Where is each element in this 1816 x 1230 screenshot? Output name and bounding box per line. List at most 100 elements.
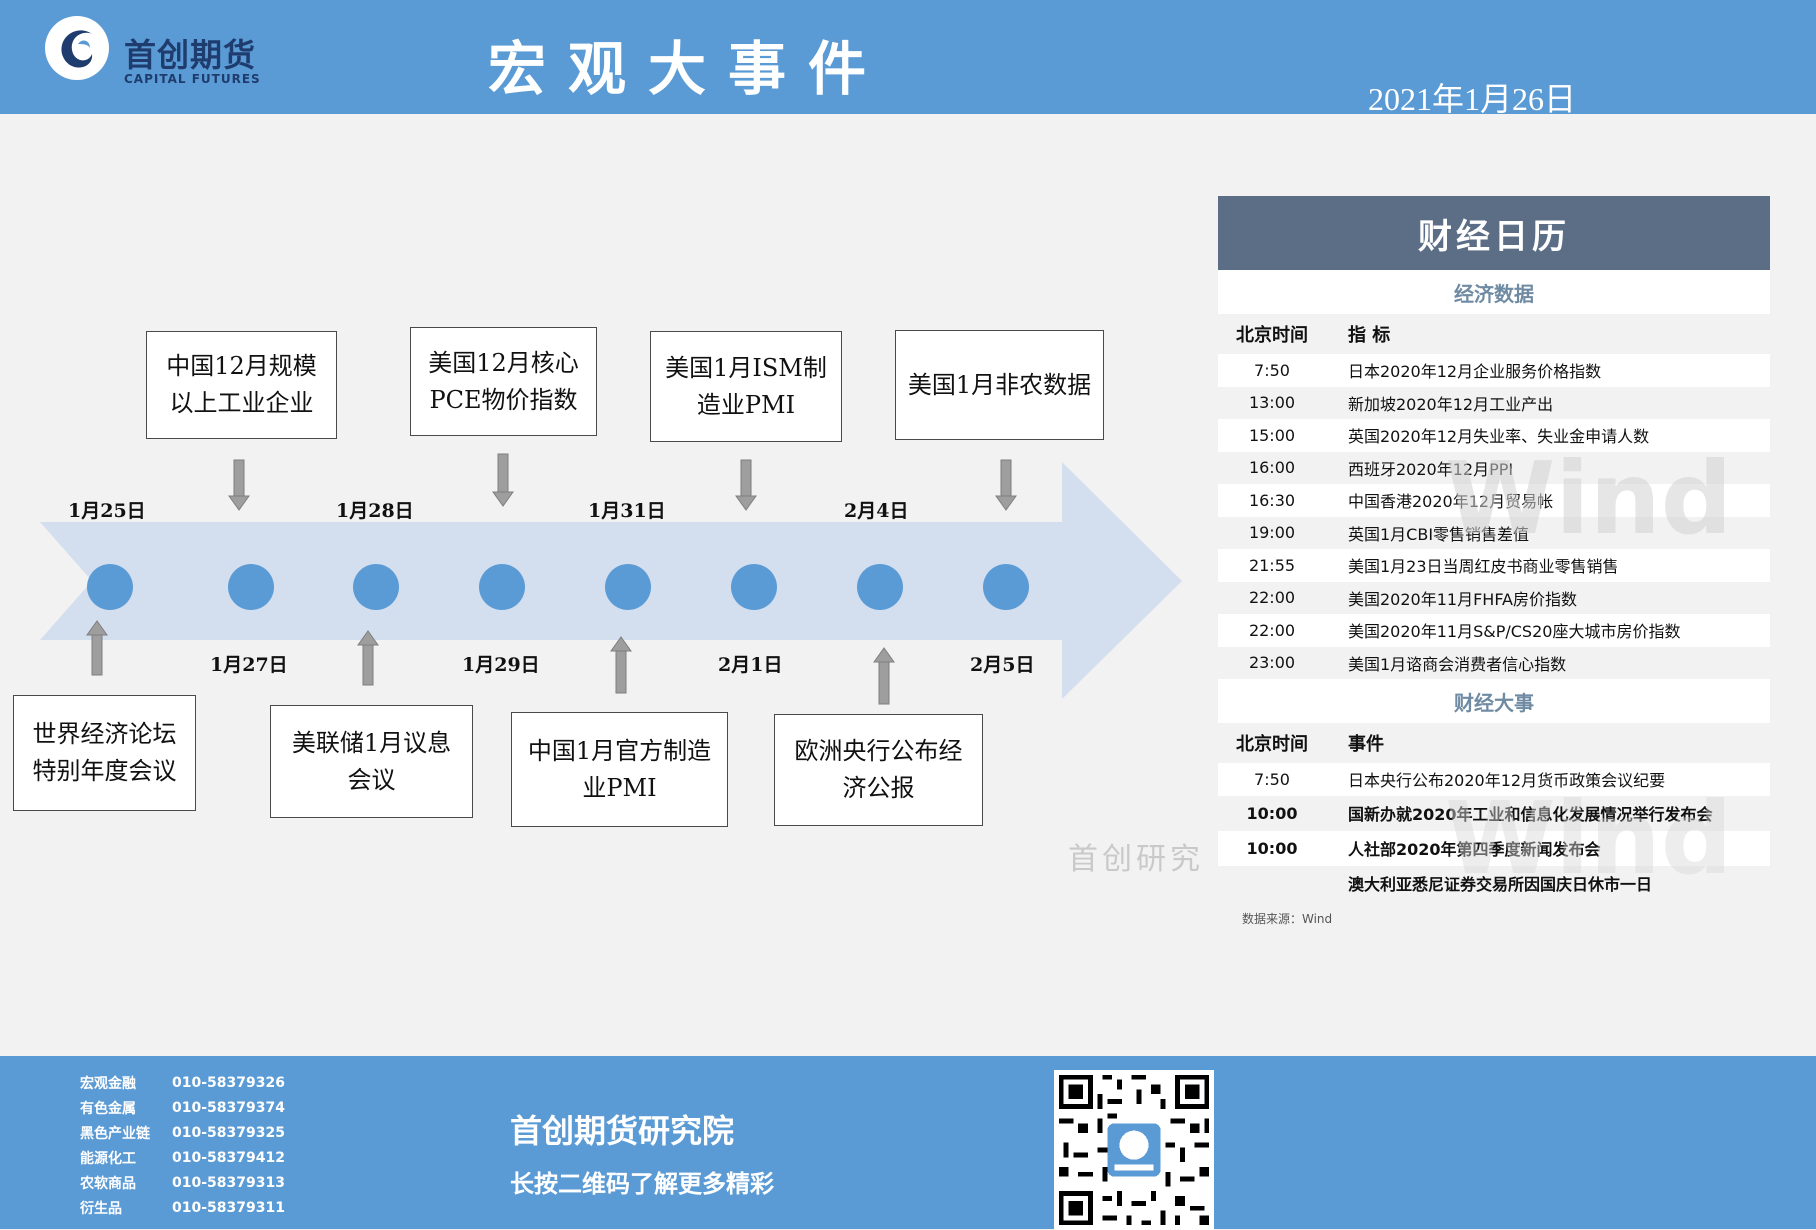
row-time: 7:50: [1254, 769, 1290, 789]
logo-text-en: CAPITAL FUTURES: [124, 72, 261, 86]
row-text: 澳大利亚悉尼证券交易所因国庆日休市一日: [1348, 875, 1653, 894]
timeline-dot: [605, 564, 651, 610]
row-text: 中国香港2020年12月贸易帐: [1348, 492, 1554, 512]
contact-phone: 010-58379374: [172, 1099, 285, 1116]
event-text: 中国1月官方制造业PMI: [527, 736, 712, 802]
timeline-dot: [857, 564, 903, 610]
contact-name: 农软商品: [80, 1175, 136, 1192]
table-row: 13:00 新加坡2020年12月工业产出: [1218, 386, 1770, 419]
table-row: 16:00 西班牙2020年12月PPI: [1218, 451, 1770, 484]
table-row: 21:55 美国1月23日当周红皮书商业零售销售: [1218, 549, 1770, 582]
down-arrow-icon: [492, 453, 514, 507]
event-box-top: 美国12月核心PCE物价指数: [410, 327, 597, 436]
finance-calendar: 财经日历 经济数据 北京时间 指 标 7:50 日本2020年12月企业服务价格指…: [1218, 196, 1770, 937]
timeline-date-label: 1月29日: [462, 654, 540, 676]
event-text: 世界经济论坛特别年度会议: [32, 720, 177, 785]
page-title: 宏观大事件: [488, 35, 889, 103]
table-row: 15:00 英国2020年12月失业率、失业金申请人数: [1218, 419, 1770, 452]
timeline-dot: [731, 564, 777, 610]
row-time: 22:00: [1248, 588, 1296, 608]
down-arrow-icon: [735, 459, 757, 511]
event-column-header: 北京时间 事件: [1218, 723, 1770, 763]
row-time: 21:55: [1248, 555, 1296, 575]
timeline-date-label: 1月31日: [588, 500, 666, 522]
contact-name: 能源化工: [80, 1150, 136, 1167]
event-box-bottom: 美联储1月议息会议: [270, 705, 473, 818]
event-text: 美国1月ISM制造业PMI: [665, 353, 827, 419]
timeline-dot: [479, 564, 525, 610]
contact-item: 有色金属 010-58379374: [80, 1095, 285, 1120]
contact-item: 衍生品 010-58379311: [80, 1195, 285, 1220]
event-box-top: 中国12月规模以上工业企业: [146, 331, 337, 439]
econ-section-title: 经济数据: [1218, 270, 1770, 314]
timeline-dot: [228, 564, 274, 610]
contact-name: 黑色产业链: [80, 1125, 150, 1142]
row-text: 西班牙2020年12月PPI: [1348, 459, 1514, 479]
event-box-bottom: 中国1月官方制造业PMI: [511, 712, 728, 827]
footer-bar: 宏观金融 010-58379326 有色金属 010-58379374 黑色产业链 0…: [0, 1056, 1816, 1230]
event-text: 中国12月规模以上工业企业: [166, 352, 317, 417]
event-box-top: 美国1月ISM制造业PMI: [650, 331, 842, 442]
table-row: 23:00 美国1月谘商会消费者信心指数: [1218, 646, 1770, 679]
down-arrow-icon: [995, 459, 1017, 511]
table-row: 22:00 美国2020年11月FHFA房价指数: [1218, 581, 1770, 614]
row-text: 美国2020年11月S&P/CS20座大城市房价指数: [1348, 622, 1681, 642]
table-row: 7:50 日本2020年12月企业服务价格指数: [1218, 354, 1770, 387]
row-text: 美国1月23日当周红皮书商业零售销售: [1348, 557, 1619, 577]
timeline-date-label: 2月4日: [844, 500, 909, 522]
contact-name: 宏观金融: [80, 1075, 136, 1092]
contact-phone: 010-58379325: [172, 1124, 285, 1141]
row-text: 英国1月CBI零售销售差值: [1348, 524, 1530, 544]
row-time: 22:00: [1248, 620, 1296, 640]
up-arrow-icon: [610, 636, 632, 694]
contact-item: 黑色产业链 010-58379325: [80, 1120, 285, 1145]
calendar-title: 财经日历: [1218, 196, 1770, 270]
contact-name: 衍生品: [80, 1200, 122, 1217]
timeline-date-label: 2月5日: [970, 654, 1035, 676]
row-time: 15:00: [1248, 425, 1296, 445]
contact-item: 农软商品 010-58379313: [80, 1170, 285, 1195]
col-time: 北京时间: [1236, 325, 1308, 346]
timeline-date-label: 1月27日: [210, 654, 288, 676]
row-time: 16:00: [1248, 458, 1296, 478]
event-box-bottom: 世界经济论坛特别年度会议: [13, 695, 196, 811]
event-text: 美联储1月议息会议: [291, 728, 452, 794]
row-text: 人社部2020年第四季度新闻发布会: [1348, 840, 1601, 859]
up-arrow-icon: [873, 647, 895, 705]
timeline-graphic: [40, 453, 1182, 705]
table-row: 7:50 日本央行公布2020年12月货币政策会议纪要: [1218, 763, 1770, 796]
qr-code-icon[interactable]: [1054, 1070, 1214, 1230]
table-row: 澳大利亚悉尼证券交易所因国庆日休市一日: [1218, 865, 1770, 901]
row-text: 日本2020年12月企业服务价格指数: [1348, 362, 1602, 382]
event-box-bottom: 欧洲央行公布经济公报: [774, 714, 983, 826]
table-row: 19:00 英国1月CBI零售销售差值: [1218, 516, 1770, 549]
contact-list: 宏观金融 010-58379326 有色金属 010-58379374 黑色产业链 0…: [80, 1070, 285, 1220]
timeline-dot: [983, 564, 1029, 610]
row-time: 10:00: [1246, 803, 1298, 823]
contact-phone: 010-58379412: [172, 1149, 285, 1166]
row-text: 美国1月谘商会消费者信心指数: [1348, 654, 1567, 674]
row-time: 10:00: [1246, 838, 1298, 858]
contact-item: 宏观金融 010-58379326: [80, 1070, 285, 1095]
footer-subtitle: 长按二维码了解更多精彩: [510, 1170, 774, 1198]
footer-title: 首创期货研究院: [510, 1112, 735, 1150]
contact-name: 有色金属: [80, 1100, 136, 1117]
row-time: 13:00: [1248, 393, 1296, 413]
row-time: 16:30: [1248, 490, 1296, 510]
row-text: 日本央行公布2020年12月货币政策会议纪要: [1348, 771, 1666, 791]
table-row: 10:00 人社部2020年第四季度新闻发布会: [1218, 830, 1770, 866]
down-arrow-icon: [228, 459, 250, 511]
contact-phone: 010-58379326: [172, 1074, 285, 1091]
row-time: 23:00: [1248, 653, 1296, 673]
col-indicator: 指 标: [1348, 325, 1391, 346]
econ-column-header: 北京时间 指 标: [1218, 314, 1770, 354]
data-source: 数据来源：Wind: [1218, 900, 1770, 937]
row-text: 美国2020年11月FHFA房价指数: [1348, 589, 1577, 609]
timeline-date-label: 1月25日: [68, 500, 146, 522]
timeline-date-label: 1月28日: [336, 500, 414, 522]
event-section-title: 财经大事: [1218, 679, 1770, 723]
row-time: 7:50: [1254, 360, 1290, 380]
row-text: 英国2020年12月失业率、失业金申请人数: [1348, 427, 1650, 447]
table-row: 10:00 国新办就2020年工业和信息化发展情况举行发布会: [1218, 795, 1770, 831]
col-event: 事件: [1348, 734, 1384, 755]
